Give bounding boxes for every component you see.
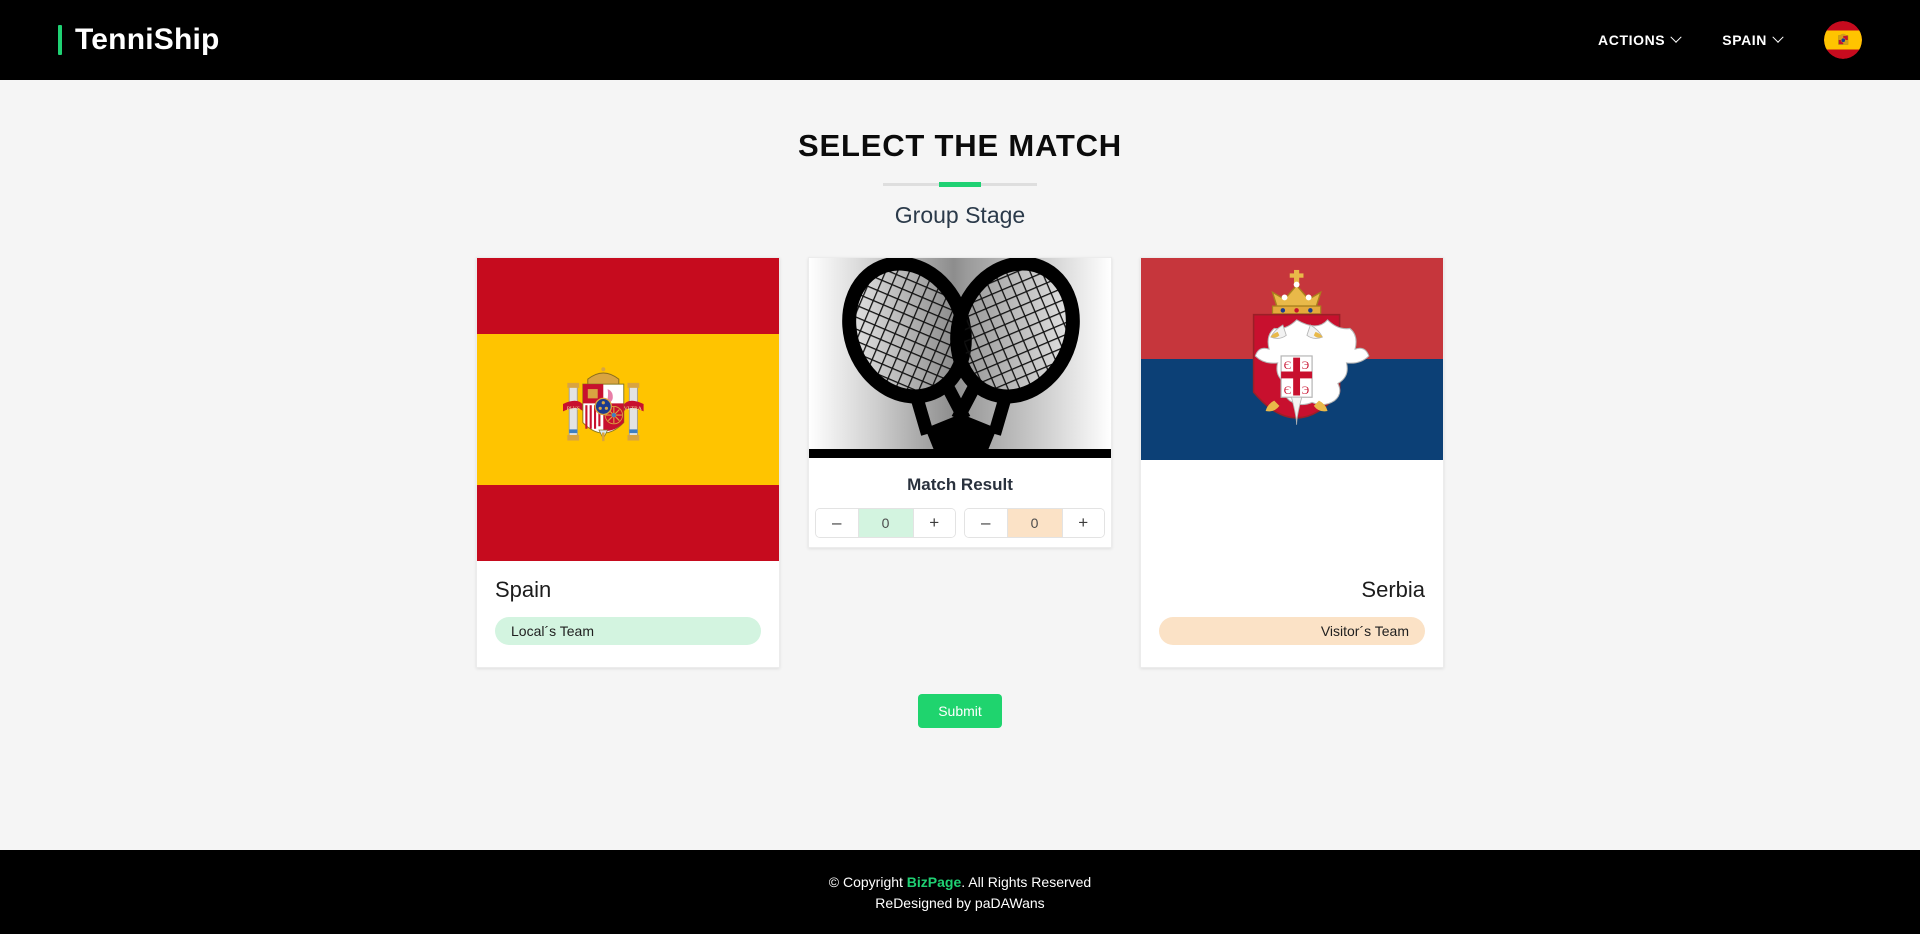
chevron-down-icon — [1670, 31, 1682, 43]
spain-flag-avatar-icon — [1824, 21, 1862, 59]
local-score-input[interactable] — [857, 509, 914, 537]
nav-actions-label: ACTIONS — [1598, 32, 1666, 48]
visitor-score-input[interactable] — [1006, 509, 1063, 537]
visitor-team-body: Serbia Visitor´s Team — [1141, 561, 1443, 667]
page-title: SELECT THE MATCH — [798, 128, 1122, 163]
brand-accent-bar — [58, 25, 62, 55]
footer-credit: ReDesigned by paDAWans — [875, 894, 1045, 911]
serbia-flag-icon: ЄЭ ЄЭ — [1141, 258, 1443, 561]
visitor-score-decrement-button[interactable]: – — [965, 509, 1007, 537]
nav-spain-label: SPAIN — [1722, 32, 1767, 48]
visitor-score-increment-button[interactable]: + — [1062, 509, 1104, 537]
local-score-stepper: – + — [815, 508, 956, 538]
visitor-team-card[interactable]: ЄЭ ЄЭ Serbia Visitor´s Team — [1140, 257, 1444, 669]
visitor-team-flag: ЄЭ ЄЭ — [1141, 258, 1443, 561]
svg-text:Э: Э — [1302, 360, 1309, 372]
footer-copyright-suffix: . All Rights Reserved — [961, 873, 1092, 890]
spain-flag-icon: PLVS VLTRA — [477, 258, 779, 561]
submit-row: Submit — [0, 694, 1920, 729]
score-steppers: – + – + — [809, 508, 1111, 547]
title-divider — [883, 183, 1037, 186]
svg-text:Є: Є — [1284, 385, 1291, 397]
brand-name: TenniShip — [75, 23, 220, 56]
nav-item-spain[interactable]: SPAIN — [1722, 31, 1784, 48]
svg-text:VLTRA: VLTRA — [624, 406, 642, 412]
local-score-decrement-button[interactable]: – — [816, 509, 858, 537]
svg-text:Є: Є — [1284, 360, 1291, 372]
match-row: PLVS VLTRA Spain Local´s Team Match Resu… — [0, 257, 1920, 669]
match-result-title: Match Result — [907, 475, 1013, 494]
main-navigation: ACTIONS SPAIN — [1598, 21, 1862, 59]
site-footer: © Copyright BizPage. All Rights Reserved… — [0, 850, 1920, 934]
svg-text:Э: Э — [1302, 385, 1309, 397]
submit-button[interactable]: Submit — [918, 694, 1002, 729]
match-image — [809, 258, 1111, 458]
site-header: TenniShip ACTIONS SPAIN — [0, 0, 1920, 80]
local-team-card[interactable]: PLVS VLTRA Spain Local´s Team — [476, 257, 780, 669]
match-image-base-bar — [809, 449, 1111, 458]
svg-text:PLVS: PLVS — [567, 406, 580, 412]
nav-item-actions[interactable]: ACTIONS — [1598, 31, 1682, 48]
crossed-tennis-rackets-icon — [842, 258, 1080, 458]
local-team-body: Spain Local´s Team — [477, 561, 779, 667]
local-team-name: Spain — [495, 577, 552, 602]
avatar[interactable] — [1824, 21, 1862, 59]
local-team-flag: PLVS VLTRA — [477, 258, 779, 561]
main-content: SELECT THE MATCH Group Stage PLVS VLTRA … — [0, 80, 1920, 850]
visitor-team-badge: Visitor´s Team — [1159, 617, 1425, 646]
local-team-badge: Local´s Team — [495, 617, 761, 646]
footer-copyright-prefix: © Copyright — [828, 873, 907, 890]
footer-brand-link[interactable]: BizPage — [907, 874, 961, 890]
match-result-card: Match Result – + – + — [808, 257, 1112, 548]
footer-copyright: © Copyright BizPage. All Rights Reserved — [829, 874, 1091, 890]
brand-logo[interactable]: TenniShip — [58, 25, 220, 55]
visitor-team-name: Serbia — [1361, 577, 1425, 602]
page-subtitle: Group Stage — [894, 202, 1026, 228]
visitor-score-stepper: – + — [964, 508, 1105, 538]
chevron-down-icon — [1772, 31, 1784, 43]
local-score-increment-button[interactable]: + — [913, 509, 955, 537]
